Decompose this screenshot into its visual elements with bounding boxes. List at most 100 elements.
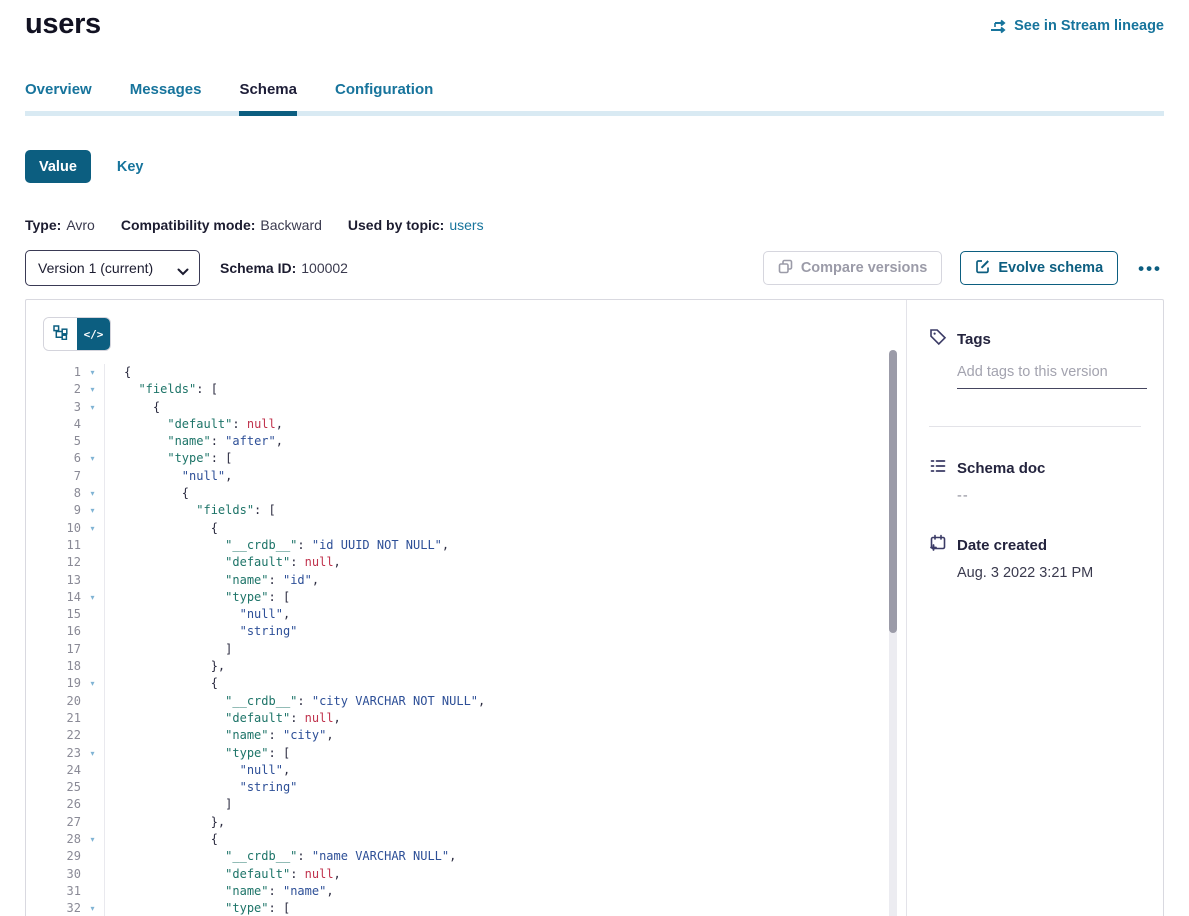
code-line[interactable]: "fields": [ (124, 502, 906, 519)
code-line[interactable]: "__crdb__": "city VARCHAR NOT NULL", (124, 693, 906, 710)
editor-code[interactable]: { "fields": [ { "default": null, "name":… (104, 364, 906, 916)
editor-view-toggle: </> (43, 317, 111, 351)
gutter-line: 2▾ (43, 381, 104, 398)
used-by-label: Used by topic: (348, 217, 444, 233)
tab-messages[interactable]: Messages (130, 81, 202, 116)
code-line[interactable]: "type": [ (124, 589, 906, 606)
code-line[interactable]: "null", (124, 468, 906, 485)
line-number: 18 (43, 658, 81, 675)
code-line[interactable]: "name": "after", (124, 433, 906, 450)
line-number: 23 (43, 745, 81, 762)
schema-id: Schema ID: 100002 (220, 260, 348, 276)
code-line[interactable]: "null", (124, 606, 906, 623)
code-line[interactable]: "default": null, (124, 416, 906, 433)
tab-bar: Overview Messages Schema Configuration (25, 81, 1164, 116)
line-number: 21 (43, 710, 81, 727)
gutter-line: 4 (43, 416, 104, 433)
fold-arrow-icon[interactable]: ▾ (81, 745, 104, 762)
line-number: 26 (43, 796, 81, 813)
editor-scrollbar-thumb[interactable] (889, 350, 897, 633)
fold-arrow-icon[interactable]: ▾ (81, 589, 104, 606)
edit-icon (975, 259, 990, 278)
line-number: 11 (43, 537, 81, 554)
gutter-line: 21 (43, 710, 104, 727)
fold-arrow-icon[interactable]: ▾ (81, 900, 104, 916)
code-line[interactable]: "default": null, (124, 710, 906, 727)
version-bar: Version 1 (current) Schema ID: 100002 (25, 250, 1164, 286)
code-line[interactable]: ] (124, 796, 906, 813)
date-created-section: Date created Aug. 3 2022 3:21 PM (929, 534, 1147, 581)
gutter-line: 30 (43, 866, 104, 883)
key-tab-button[interactable]: Key (117, 159, 144, 175)
tags-input[interactable] (957, 358, 1147, 389)
code-line[interactable]: "__crdb__": "id UUID NOT NULL", (124, 537, 906, 554)
tags-heading-row: Tags (929, 328, 1147, 350)
code-line[interactable]: "default": null, (124, 554, 906, 571)
tab-configuration[interactable]: Configuration (335, 81, 433, 116)
code-line[interactable]: ] (124, 641, 906, 658)
tab-overview[interactable]: Overview (25, 81, 92, 116)
line-number: 7 (43, 468, 81, 485)
code-view-icon: </> (84, 328, 104, 341)
code-line[interactable]: "name": "name", (124, 883, 906, 900)
evolve-schema-button[interactable]: Evolve schema (960, 251, 1118, 285)
line-number: 24 (43, 762, 81, 779)
code-line[interactable]: "__crdb__": "name VARCHAR NULL", (124, 848, 906, 865)
more-options-button[interactable]: ••• (1136, 256, 1164, 281)
schema-page: users See in Stream lineage Overview Mess… (0, 0, 1189, 916)
code-line[interactable]: "type": [ (124, 745, 906, 762)
code-line[interactable]: }, (124, 658, 906, 675)
fold-arrow-icon[interactable]: ▾ (81, 381, 104, 398)
code-line[interactable]: "name": "id", (124, 572, 906, 589)
code-line[interactable]: "fields": [ (124, 381, 906, 398)
code-line[interactable]: { (124, 675, 906, 692)
tree-view-button[interactable] (44, 318, 77, 350)
code-line[interactable]: "type": [ (124, 450, 906, 467)
code-line[interactable]: "string" (124, 623, 906, 640)
code-line[interactable]: "default": null, (124, 866, 906, 883)
gutter-line: 22 (43, 727, 104, 744)
line-number: 17 (43, 641, 81, 658)
gutter-line: 15 (43, 606, 104, 623)
compare-versions-button[interactable]: Compare versions (763, 251, 943, 285)
code-line[interactable]: { (124, 831, 906, 848)
code-line[interactable]: { (124, 399, 906, 416)
line-number: 20 (43, 693, 81, 710)
fold-arrow-icon[interactable]: ▾ (81, 831, 104, 848)
fold-arrow-icon[interactable]: ▾ (81, 485, 104, 502)
value-tab-button[interactable]: Value (25, 150, 91, 183)
schema-panel: </> 1▾2▾3▾456▾78▾9▾10▾11121314▾151617181… (25, 299, 1164, 916)
code-line[interactable]: { (124, 520, 906, 537)
fold-arrow-icon[interactable]: ▾ (81, 450, 104, 467)
editor-scrollbar-track[interactable] (889, 350, 897, 916)
gutter-line: 24 (43, 762, 104, 779)
line-number: 31 (43, 883, 81, 900)
tab-schema[interactable]: Schema (239, 81, 297, 116)
fold-arrow-icon[interactable]: ▾ (81, 520, 104, 537)
code-line[interactable]: "string" (124, 779, 906, 796)
version-select[interactable]: Version 1 (current) (25, 250, 200, 286)
stream-lineage-label: See in Stream lineage (1014, 18, 1164, 34)
type-value: Avro (66, 217, 95, 233)
sidebar-divider (929, 426, 1141, 427)
line-number: 4 (43, 416, 81, 433)
fold-arrow-icon[interactable]: ▾ (81, 399, 104, 416)
code-line[interactable]: { (124, 364, 906, 381)
line-number: 28 (43, 831, 81, 848)
code-line[interactable]: "null", (124, 762, 906, 779)
code-view-button[interactable]: </> (77, 318, 110, 350)
line-number: 29 (43, 848, 81, 865)
code-line[interactable]: "type": [ (124, 900, 906, 916)
editor-body: 1▾2▾3▾456▾78▾9▾10▾11121314▾1516171819▾20… (43, 364, 906, 916)
gutter-line: 3▾ (43, 399, 104, 416)
see-in-stream-lineage-link[interactable]: See in Stream lineage (990, 18, 1164, 34)
schema-sidebar: Tags Schema doc -- (906, 300, 1163, 916)
code-line[interactable]: }, (124, 814, 906, 831)
code-line[interactable]: "name": "city", (124, 727, 906, 744)
fold-arrow-icon[interactable]: ▾ (81, 675, 104, 692)
code-line[interactable]: { (124, 485, 906, 502)
fold-arrow-icon[interactable]: ▾ (81, 502, 104, 519)
used-by-topic-link[interactable]: users (449, 217, 483, 233)
fold-arrow-icon[interactable]: ▾ (81, 364, 104, 381)
gutter-line: 28▾ (43, 831, 104, 848)
